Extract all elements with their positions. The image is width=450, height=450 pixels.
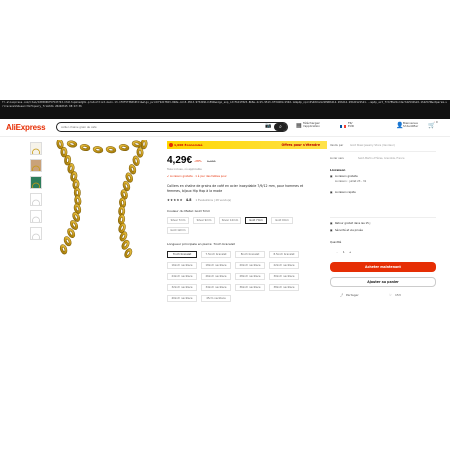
length-option[interactable]: 18inch necklace xyxy=(201,262,231,269)
account-link[interactable]: Bienvenue S'identifier xyxy=(403,121,418,129)
original-price: 5,96€ xyxy=(207,159,216,163)
search-input[interactable] xyxy=(61,123,261,131)
browser-url-bar[interactable]: fr.aliexpress.com/item/1005006757547743.… xyxy=(0,100,450,119)
length-label: Longueur principale en pierre: 7inch bra… xyxy=(167,242,235,246)
add-to-cart-button[interactable]: Ajouter au panier xyxy=(330,277,436,287)
share-icon[interactable]: ⤴ xyxy=(340,293,343,297)
extended-offers-link[interactable]: Offres pour s'étendre xyxy=(282,142,320,148)
quantity-label: Quantité xyxy=(330,241,342,244)
rating-row[interactable]: ★★★★★ 4.8 1 Évaluations | 28 vendu(s) xyxy=(167,198,231,202)
length-option[interactable]: 8.5inch bracelet xyxy=(269,251,299,258)
length-option[interactable]: 16inch necklace xyxy=(167,262,197,269)
thumbnail-6[interactable] xyxy=(30,227,42,240)
color-option[interactable]: Silver 7mm xyxy=(167,217,189,224)
length-option[interactable]: 7.5inch bracelet xyxy=(201,251,231,258)
thumbnail-2[interactable] xyxy=(30,159,42,172)
thumbnail-5[interactable] xyxy=(30,210,42,223)
divider xyxy=(330,151,436,152)
discount-badge: -28% xyxy=(194,159,202,163)
flag-icon xyxy=(340,124,346,130)
search-bar: 📷 ⌕ xyxy=(56,122,288,132)
divider xyxy=(330,217,436,218)
ship-to-label: Livrer vers xyxy=(330,157,344,160)
download-app-link[interactable]: Téléchargez l'application xyxy=(303,121,320,129)
shield-icon: ▣ xyxy=(330,229,333,232)
length-option[interactable]: 38inch necklace xyxy=(269,284,299,291)
url-text: fr.aliexpress.com/item/1005006757547743.… xyxy=(2,101,448,108)
star-rating-icon: ★★★★★ xyxy=(167,198,183,202)
length-option[interactable]: 34inch necklace xyxy=(201,284,231,291)
length-option[interactable]: 45cm necklace xyxy=(201,295,231,302)
language-selector[interactable]: FR/ EUR xyxy=(348,121,354,129)
product-title: Colliers en chaîne de grains de café en … xyxy=(167,184,304,193)
length-option[interactable]: 26inch necklace xyxy=(201,273,231,280)
length-option[interactable]: 24inch necklace xyxy=(167,273,197,280)
length-option[interactable]: 30inch necklace xyxy=(269,273,299,280)
fast-icon: ▣ xyxy=(330,191,333,194)
length-option[interactable]: 32inch necklace xyxy=(167,284,197,291)
heart-icon[interactable]: ♡ xyxy=(389,293,392,297)
thumbnail-4[interactable] xyxy=(30,193,42,206)
shipping-heading: Livraison xyxy=(330,168,346,172)
aliexpress-logo[interactable]: AliExpress xyxy=(6,123,46,132)
qr-code-icon: ▦ xyxy=(296,122,302,129)
savings-text: 1,00€ Économisé xyxy=(174,143,203,147)
fast-delivery-label: Livraison rapide xyxy=(335,191,356,194)
color-option[interactable]: Gold 7mm xyxy=(245,217,267,224)
coin-icon xyxy=(169,142,173,147)
thumbnail-3[interactable] xyxy=(30,176,42,189)
shipping-note: ✔ Livraison gratuite · 1 à jour des faib… xyxy=(167,175,227,178)
color-option[interactable]: Gold 12mm xyxy=(167,227,189,234)
wishlist-count: 153 xyxy=(395,293,401,297)
rating-value: 4.8 xyxy=(185,198,192,202)
free-shipping-label: Livraison gratuite xyxy=(335,175,358,178)
quantity-value[interactable]: 1 xyxy=(343,251,345,254)
sold-by-label: Vendu par xyxy=(330,144,344,147)
cart-count: 0 xyxy=(436,121,438,124)
buy-now-button[interactable]: Acheter maintenant xyxy=(330,262,436,272)
plus-icon[interactable]: + xyxy=(349,251,351,254)
main-product-image[interactable] xyxy=(52,138,160,260)
sold-by-value[interactable]: Gold Steel Jewelry Store (Vendeur) xyxy=(350,144,395,147)
color-option[interactable]: Gold 9mm xyxy=(271,217,293,224)
length-option[interactable]: 22inch necklace xyxy=(269,262,299,269)
rating-meta: 1 Évaluations | 28 vendu(s) xyxy=(195,199,232,202)
length-option[interactable]: 40inch necklace xyxy=(167,295,197,302)
gold-chain-image xyxy=(56,138,148,259)
ship-to-value[interactable]: Saint-Martin-d'Hères, Grenoble, France xyxy=(358,157,404,160)
thumbnail-1[interactable] xyxy=(30,142,42,155)
share-label[interactable]: Partager xyxy=(346,293,359,297)
length-option[interactable]: 8inch bracelet xyxy=(235,251,265,258)
color-option[interactable]: Silver 9mm xyxy=(193,217,215,224)
length-option[interactable]: 36inch necklace xyxy=(235,284,265,291)
color-option[interactable]: Silver 12mm xyxy=(219,217,241,224)
savings-banner[interactable]: 1,00€ Économisé Offres pour s'étendre xyxy=(167,141,327,149)
tax-note: Taxe incluse, où applicable xyxy=(167,168,202,171)
length-option[interactable]: 7inch bracelet xyxy=(167,251,197,258)
current-price: 4,29€ xyxy=(167,155,193,166)
length-option[interactable]: 28inch necklace xyxy=(235,273,265,280)
security-label[interactable]: Sécurité et vie privée xyxy=(335,229,363,232)
site-header: AliExpress 📷 ⌕ ▦ Téléchargez l'applicati… xyxy=(0,119,450,137)
length-option[interactable]: 20inch necklace xyxy=(235,262,265,269)
truck-icon: ▣ xyxy=(330,175,333,178)
thumbnail-list xyxy=(30,142,44,244)
color-label: Couleur du Metal: Gold 7mm xyxy=(167,209,211,213)
delivery-date: Livraison : juillet 23 - 31 xyxy=(335,180,367,183)
free-returns-label[interactable]: Retour gratuit dans les 15 j xyxy=(335,222,370,225)
return-icon: ▣ xyxy=(330,222,333,225)
search-button[interactable]: ⌕ xyxy=(274,123,287,131)
cart-icon[interactable]: 🛒 xyxy=(428,123,435,129)
camera-icon[interactable]: 📷 xyxy=(265,124,271,129)
minus-icon[interactable]: − xyxy=(336,251,338,254)
